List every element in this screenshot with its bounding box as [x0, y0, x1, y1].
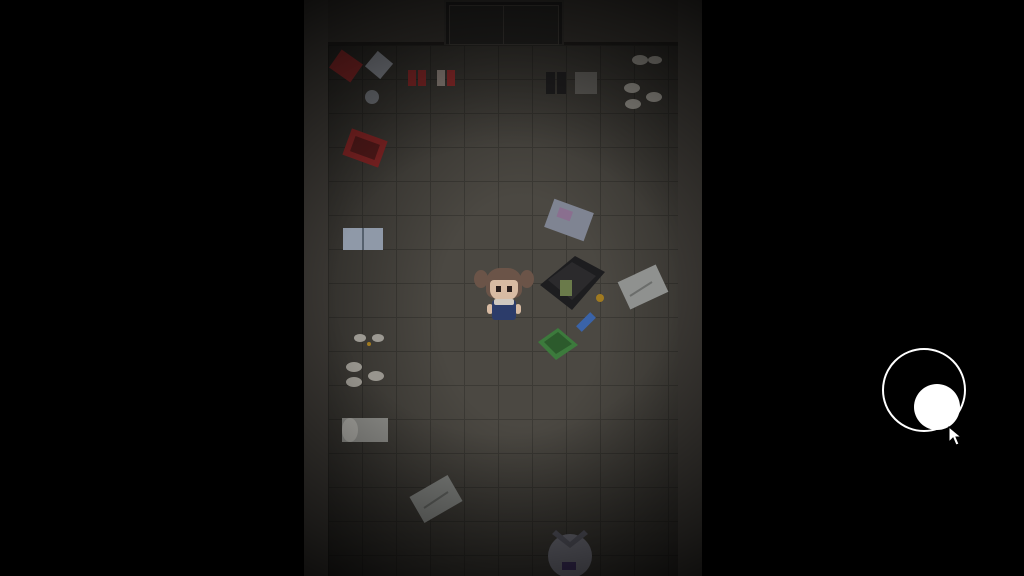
bottom-book-item[interactable]	[409, 475, 463, 523]
green-book-item[interactable]	[538, 328, 578, 360]
red-shoes-item[interactable]	[408, 70, 455, 86]
face	[490, 280, 518, 300]
plush-doll-item[interactable]	[548, 530, 592, 576]
joystick-knob[interactable]	[914, 384, 960, 430]
pebbles-item	[624, 55, 662, 109]
game-viewport[interactable]	[0, 0, 1024, 576]
dark-shoes-item[interactable]	[546, 72, 597, 94]
picture-book-item[interactable]	[544, 198, 594, 242]
open-book-item[interactable]	[343, 228, 383, 250]
collar	[494, 299, 514, 305]
eye-left	[496, 286, 501, 292]
blue-block-item[interactable]	[576, 312, 596, 332]
red-book-item[interactable]	[342, 128, 388, 168]
towel-roll-item[interactable]	[342, 418, 388, 442]
eye-right	[507, 286, 512, 292]
mouse-pointer-icon	[948, 426, 963, 446]
pigtail-right	[520, 270, 534, 288]
eggs-item	[346, 334, 384, 387]
player-character[interactable]	[474, 266, 534, 330]
red-cushion-item[interactable]	[329, 49, 394, 104]
black-bag-item[interactable]	[540, 256, 605, 310]
grey-book-item[interactable]	[617, 264, 669, 310]
